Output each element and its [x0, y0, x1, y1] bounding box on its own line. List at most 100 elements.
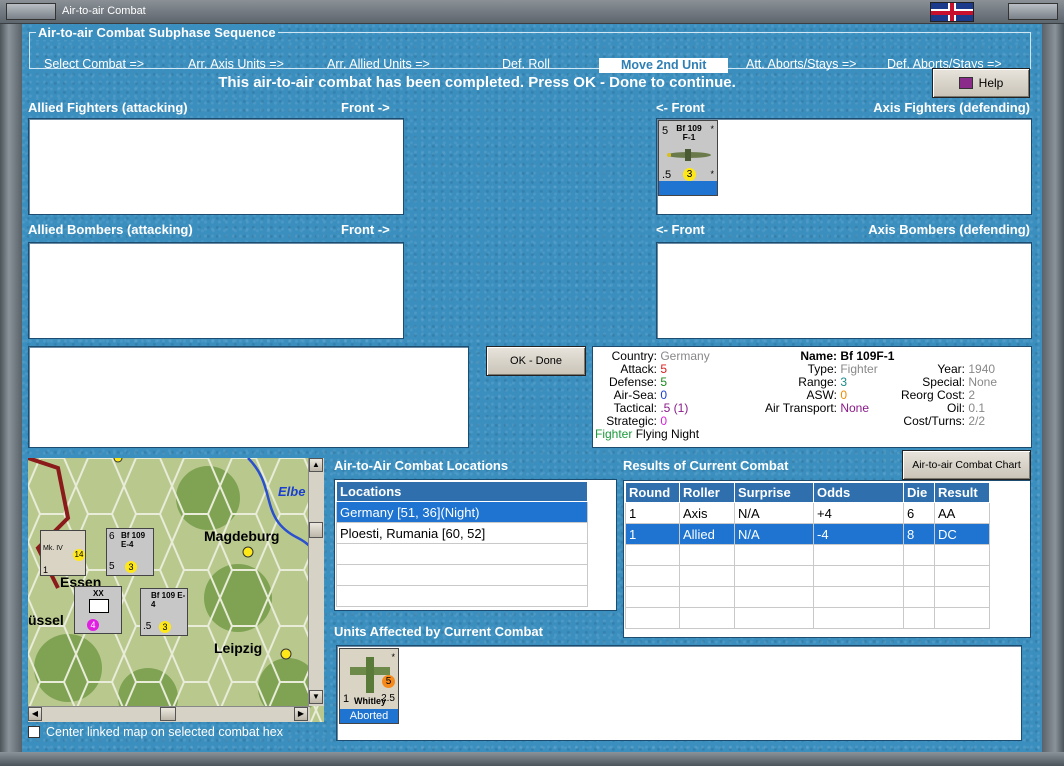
- col-result: Result: [934, 482, 990, 503]
- city-dusseldorf: üssel: [28, 612, 64, 628]
- front-left-label: <- Front: [656, 100, 705, 115]
- cell: DC: [934, 523, 990, 545]
- counter-star-bottom: *: [710, 169, 714, 179]
- counter-range-circle: 14: [73, 549, 85, 561]
- counter-name: Bf 109 E-4: [121, 531, 146, 549]
- reorg-value: 2: [968, 388, 976, 402]
- window-title: Air-to-air Combat: [62, 5, 146, 17]
- affected-counter-whitley[interactable]: * 5 1 Whitley 2.5 Aborted: [339, 648, 399, 724]
- system-menu-button[interactable]: [6, 3, 56, 20]
- location-row[interactable]: Ploesti, Rumania [60, 52]: [336, 522, 588, 544]
- map-counter-bf109-emil[interactable]: 6 Bf 109 E-4 5 3: [106, 528, 154, 576]
- map-vertical-scrollbar[interactable]: ▲ ▼: [308, 458, 324, 706]
- airsea-value: 0: [660, 388, 668, 402]
- counter-name: Bf 109 E-4: [151, 591, 186, 609]
- year-value: 1940: [968, 362, 996, 376]
- step-move-2nd-unit-active: Move 2nd Unit: [599, 58, 729, 73]
- plane-icon: [665, 148, 713, 161]
- infantry-symbol-icon: [89, 599, 109, 613]
- linked-map[interactable]: Magdeburg Leipzig Essen üssel Elbe 6 Bf …: [28, 458, 324, 722]
- cell: -4: [813, 523, 904, 545]
- ok-done-button[interactable]: OK - Done: [486, 346, 586, 376]
- window-frame-left: [0, 24, 22, 766]
- combat-panel: Select Combat => Arr. Axis Units => Arr.…: [22, 24, 1042, 752]
- step-arr-allied-units: Arr. Allied Units =>: [327, 57, 430, 71]
- location-cell: [336, 543, 588, 565]
- uk-flag-icon: [930, 2, 974, 22]
- result-row[interactable]: [625, 544, 990, 566]
- allied-fighters-box[interactable]: [28, 118, 404, 215]
- counter-tactical: .5: [662, 169, 672, 181]
- help-label: Help: [978, 76, 1004, 90]
- city-leipzig: Leipzig: [214, 640, 263, 656]
- location-cell: Ploesti, Rumania [60, 52]: [336, 522, 588, 544]
- asw-value: 0: [840, 388, 848, 402]
- result-row[interactable]: 1 Allied N/A -4 8 DC: [625, 523, 990, 545]
- river-elbe: Elbe: [278, 484, 306, 499]
- result-row[interactable]: [625, 565, 990, 587]
- allied-bombers-box[interactable]: [28, 242, 404, 339]
- help-button[interactable]: Help: [932, 68, 1030, 98]
- result-row[interactable]: [625, 586, 990, 608]
- cell: Allied: [679, 523, 735, 545]
- center-map-checkbox[interactable]: [28, 726, 40, 738]
- scroll-right-icon[interactable]: ▶: [294, 707, 308, 721]
- counter-strength-circle: 4: [87, 619, 99, 631]
- location-row[interactable]: [336, 543, 588, 565]
- map-horizontal-scrollbar[interactable]: ◀ ▶: [28, 706, 310, 722]
- center-map-label: Center linked map on selected combat hex: [46, 725, 283, 739]
- axis-fighters-box[interactable]: Bf 109 F-1 5 * .5 3 *: [656, 118, 1032, 215]
- location-cell: [336, 564, 588, 586]
- sequence-title: Air-to-air Combat Subphase Sequence: [36, 25, 278, 40]
- combat-chart-button[interactable]: Air-to-air Combat Chart: [902, 450, 1031, 480]
- affected-title: Units Affected by Current Combat: [334, 624, 543, 639]
- result-row[interactable]: 1 Axis N/A +4 6 AA: [625, 502, 990, 524]
- locations-table: Locations Germany [51, 36](Night) Ploest…: [336, 481, 588, 607]
- front-right-label: Front ->: [341, 100, 390, 115]
- counter-attack: 1: [343, 693, 350, 705]
- scroll-up-icon[interactable]: ▲: [309, 458, 323, 472]
- center-map-option[interactable]: Center linked map on selected combat hex: [28, 725, 283, 739]
- defense-value: 5: [660, 375, 668, 389]
- affected-units-box[interactable]: * 5 1 Whitley 2.5 Aborted: [336, 645, 1022, 741]
- locations-title: Air-to-Air Combat Locations: [334, 458, 509, 473]
- step-def-roll: Def. Roll: [502, 57, 550, 71]
- location-cell: Germany [51, 36](Night): [336, 501, 588, 523]
- air-transport-value: None: [840, 401, 870, 415]
- locations-header: Locations: [336, 481, 588, 502]
- oil-value: 0.1: [968, 401, 986, 415]
- axis-fighter-counter[interactable]: Bf 109 F-1 5 * .5 3 *: [658, 120, 718, 196]
- counter-range-circle: 3: [683, 168, 696, 181]
- unit-info-panel: Country: Germany Attack: 5 Defense: 5 Ai…: [592, 346, 1032, 448]
- axis-bombers-box[interactable]: [656, 242, 1032, 339]
- counter-star: *: [710, 124, 714, 134]
- aborted-status-bar: Aborted: [340, 709, 398, 723]
- location-row[interactable]: [336, 585, 588, 607]
- allied-fighters-label: Allied Fighters (attacking): [28, 100, 188, 115]
- result-row[interactable]: [625, 607, 990, 629]
- scroll-thumb-h[interactable]: [160, 707, 176, 721]
- col-round: Round: [625, 482, 680, 503]
- type-value: Fighter: [840, 362, 878, 376]
- counter-attack: 5: [662, 125, 669, 137]
- counter-attack: 6: [109, 531, 115, 542]
- cell: AA: [934, 502, 990, 524]
- cell: 1: [625, 502, 680, 524]
- map-counter-bf109-e4[interactable]: Bf 109 E-4 .5 3: [140, 588, 188, 636]
- cell: N/A: [734, 523, 814, 545]
- window-control-button[interactable]: [1008, 3, 1058, 20]
- location-row[interactable]: [336, 564, 588, 586]
- scroll-down-icon[interactable]: ▼: [309, 690, 323, 704]
- book-icon: [958, 77, 973, 89]
- counter-star: *: [391, 652, 395, 662]
- locations-list[interactable]: Locations Germany [51, 36](Night) Ploest…: [334, 479, 617, 611]
- col-odds: Odds: [813, 482, 904, 503]
- map-counter-blenheim[interactable]: Mk. IV 1 14: [40, 530, 86, 576]
- cell: 6: [903, 502, 935, 524]
- scroll-left-icon[interactable]: ◀: [28, 707, 42, 721]
- scroll-thumb-v[interactable]: [309, 522, 323, 538]
- location-row[interactable]: Germany [51, 36](Night): [336, 501, 588, 523]
- cell: 8: [903, 523, 935, 545]
- map-counter-infantry[interactable]: XX 4: [74, 586, 122, 634]
- city-magdeburg: Magdeburg: [204, 528, 280, 544]
